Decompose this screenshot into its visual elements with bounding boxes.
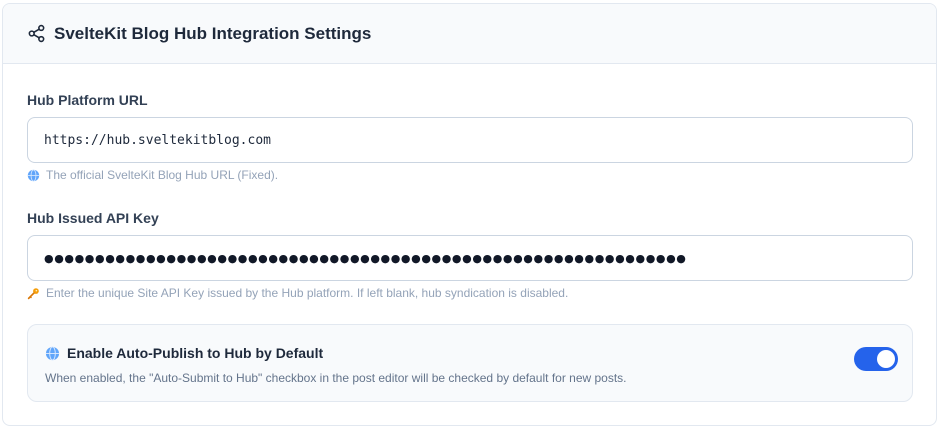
api-key-hint-text: Enter the unique Site API Key issued by … — [46, 286, 569, 300]
auto-publish-title: Enable Auto-Publish to Hub by Default — [45, 345, 323, 361]
auto-publish-toggle[interactable] — [854, 347, 898, 371]
auto-publish-option: Enable Auto-Publish to Hub by Default Wh… — [27, 324, 913, 402]
api-key-masked-value: ●●●●●●●●●●●●●●●●●●●●●●●●●●●●●●●●●●●●●●●●… — [44, 251, 687, 265]
globe-icon — [27, 168, 40, 182]
page-title: SvelteKit Blog Hub Integration Settings — [54, 23, 372, 43]
api-key-label: Hub Issued API Key — [27, 210, 159, 226]
api-key-hint: Enter the unique Site API Key issued by … — [27, 286, 568, 300]
hub-url-hint-text: The official SvelteKit Blog Hub URL (Fix… — [46, 168, 279, 182]
hub-url-input[interactable]: https://hub.sveltekitblog.com — [27, 117, 913, 163]
settings-card: SvelteKit Blog Hub Integration Settings … — [2, 3, 937, 426]
key-icon — [27, 287, 40, 300]
globe-icon — [45, 345, 60, 361]
auto-publish-title-text: Enable Auto-Publish to Hub by Default — [67, 345, 324, 361]
card-header: SvelteKit Blog Hub Integration Settings — [3, 4, 936, 64]
api-key-input[interactable]: ●●●●●●●●●●●●●●●●●●●●●●●●●●●●●●●●●●●●●●●●… — [27, 235, 913, 281]
hub-url-hint: The official SvelteKit Blog Hub URL (Fix… — [27, 168, 278, 182]
hub-url-label: Hub Platform URL — [27, 92, 148, 108]
auto-publish-description: When enabled, the "Auto-Submit to Hub" c… — [45, 371, 627, 385]
toggle-knob — [877, 350, 895, 368]
share-icon — [27, 24, 46, 43]
hub-url-value: https://hub.sveltekitblog.com — [44, 132, 271, 148]
